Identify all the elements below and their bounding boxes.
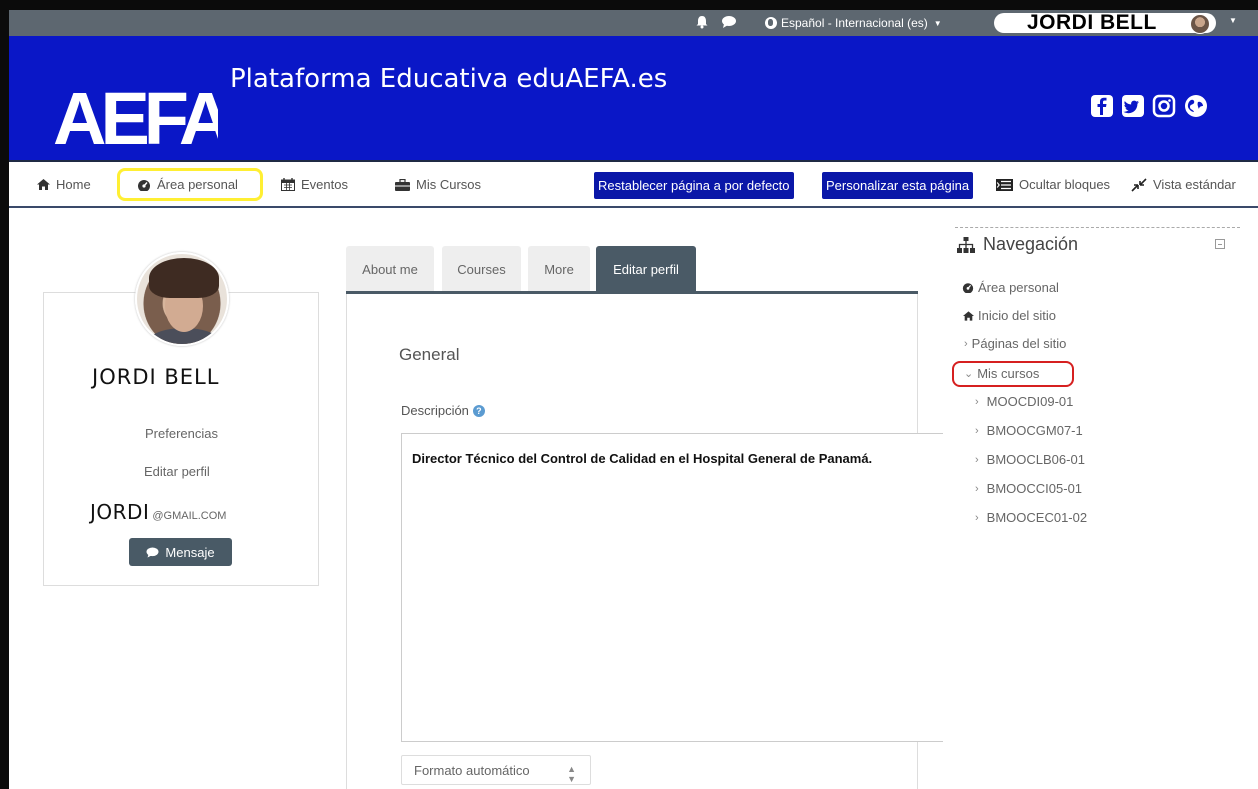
course-item[interactable]: › BMOOCEC01-02	[975, 510, 1087, 525]
navigation-block-title: Navegación	[957, 234, 1078, 255]
home-icon	[963, 310, 974, 321]
tab-more[interactable]: More	[528, 246, 590, 292]
caret-down-icon[interactable]: ▼	[1229, 16, 1237, 25]
email-user: JORDI	[90, 500, 150, 524]
sitemap-icon	[957, 236, 975, 253]
globe-icon	[765, 17, 777, 29]
help-icon[interactable]: ?	[472, 404, 485, 417]
nav-mis-cursos-label: Mis Cursos	[416, 177, 482, 192]
calendar-icon	[281, 178, 295, 191]
nav-block-paginas[interactable]: › Páginas del sitio	[964, 336, 1066, 351]
edit-profile-link[interactable]: Editar perfil	[144, 464, 210, 479]
bell-icon[interactable]	[695, 15, 709, 29]
message-button-label: Mensaje	[165, 544, 215, 560]
description-text[interactable]: Director Técnico del Control de Calidad …	[412, 451, 892, 467]
site-title[interactable]: Plataforma Educativa eduAEFA.es	[230, 64, 667, 94]
course-item-label: BMOOCCI05-01	[986, 481, 1083, 496]
tab-editar-perfil[interactable]: Editar perfil	[596, 246, 696, 292]
compress-icon	[1131, 177, 1147, 192]
course-item[interactable]: › BMOOCLB06-01	[975, 452, 1085, 467]
nav-home[interactable]: Home	[37, 177, 91, 192]
select-arrows-icon: ▲ ▼	[567, 764, 576, 784]
dashboard-icon	[138, 179, 150, 191]
chevron-right-icon: ›	[975, 424, 979, 437]
language-label: Español - Internacional (es)	[781, 16, 928, 30]
nav-block-inicio-label: Inicio del sitio	[978, 308, 1057, 323]
description-label-text: Descripción	[401, 403, 469, 418]
tab-courses[interactable]: Courses	[442, 246, 521, 292]
message-button[interactable]: Mensaje	[129, 538, 232, 566]
description-label: Descripción ?	[401, 403, 485, 418]
course-item-label: MOOCDI09-01	[986, 394, 1074, 409]
hide-blocks-icon	[996, 178, 1013, 191]
main-navbar: Home Área personal Eventos Mis Cursos Re…	[9, 160, 1258, 208]
nav-area-personal-label: Área personal	[157, 177, 238, 192]
chevron-right-icon: ›	[964, 337, 968, 350]
tab-about-me[interactable]: About me	[346, 246, 434, 292]
standard-view-label: Vista estándar	[1153, 177, 1236, 192]
block-divider	[955, 227, 1240, 228]
hide-blocks-button[interactable]: Ocultar bloques	[996, 177, 1110, 192]
chevron-right-icon: ›	[975, 395, 979, 408]
hide-blocks-label: Ocultar bloques	[1019, 177, 1111, 192]
format-select-value: Formato automático	[414, 762, 530, 778]
chevron-right-icon: ›	[975, 453, 979, 466]
reset-page-button[interactable]: Restablecer página a por defecto	[594, 172, 794, 199]
dashboard-icon	[962, 283, 974, 293]
home-icon	[37, 179, 50, 190]
standard-view-button[interactable]: Vista estándar	[1131, 177, 1236, 192]
nav-mis-cursos[interactable]: Mis Cursos	[395, 177, 481, 192]
aefa-logo[interactable]: AEFA	[53, 82, 218, 148]
navigation-block-label: Navegación	[983, 234, 1079, 254]
course-item-label: BMOOCGM07-1	[986, 423, 1083, 438]
briefcase-icon	[395, 178, 410, 191]
profile-email: JORDI @GMAIL.COM	[90, 500, 226, 524]
course-item-label: BMOOCLB06-01	[986, 452, 1085, 467]
chat-icon	[146, 547, 159, 557]
nav-block-area-personal[interactable]: Área personal	[962, 280, 1059, 295]
caret-down-icon: ▼	[933, 18, 942, 28]
screen-frame-top	[0, 0, 1258, 10]
logo-text: AEFA	[53, 82, 218, 148]
preferences-link[interactable]: Preferencias	[145, 426, 218, 441]
screen-frame-left	[0, 0, 9, 789]
nav-block-mis-cursos[interactable]: ⌄ Mis cursos	[964, 366, 1039, 381]
course-item[interactable]: › BMOOCGM07-1	[975, 423, 1083, 438]
site-header: AEFA Plataforma Educativa eduAEFA.es	[9, 36, 1258, 160]
nav-block-paginas-label: Páginas del sitio	[971, 336, 1067, 351]
chat-icon[interactable]	[721, 15, 737, 29]
course-item[interactable]: › MOOCDI09-01	[975, 394, 1073, 409]
nav-home-label: Home	[56, 177, 91, 192]
twitter-icon[interactable]	[1121, 94, 1145, 118]
profile-photo[interactable]	[135, 252, 229, 346]
format-select[interactable]: Formato automático ▲ ▼	[401, 755, 591, 785]
email-domain: @GMAIL.COM	[152, 510, 227, 522]
section-general-heading[interactable]: General	[399, 345, 459, 365]
profile-name: JORDI BELL	[92, 365, 220, 389]
user-menu[interactable]: JORDI BELL	[994, 11, 1216, 34]
nav-block-area-personal-label: Área personal	[978, 280, 1059, 295]
nav-eventos[interactable]: Eventos	[281, 177, 348, 192]
nav-block-inicio[interactable]: Inicio del sitio	[963, 308, 1056, 323]
user-name: JORDI BELL	[1027, 11, 1157, 34]
customize-page-button[interactable]: Personalizar esta página	[822, 172, 974, 199]
avatar	[1190, 14, 1210, 34]
facebook-icon[interactable]	[1090, 94, 1114, 118]
nav-area-personal[interactable]: Área personal	[137, 177, 238, 192]
description-editor[interactable]	[401, 433, 943, 742]
nav-eventos-label: Eventos	[301, 177, 348, 192]
language-menu[interactable]: Español - Internacional (es) ▼	[765, 14, 942, 32]
globe-icon[interactable]	[1184, 94, 1208, 118]
chevron-down-icon: ⌄	[964, 368, 974, 380]
collapse-block-icon[interactable]	[1215, 239, 1225, 249]
chevron-right-icon: ›	[975, 482, 979, 495]
course-item-label: BMOOCEC01-02	[986, 510, 1088, 525]
instagram-icon[interactable]	[1152, 94, 1176, 118]
nav-block-mis-cursos-label: Mis cursos	[977, 366, 1040, 381]
chevron-right-icon: ›	[975, 511, 979, 524]
course-item[interactable]: › BMOOCCI05-01	[975, 481, 1082, 496]
top-user-bar: Español - Internacional (es) ▼ JORDI BEL…	[9, 10, 1258, 36]
